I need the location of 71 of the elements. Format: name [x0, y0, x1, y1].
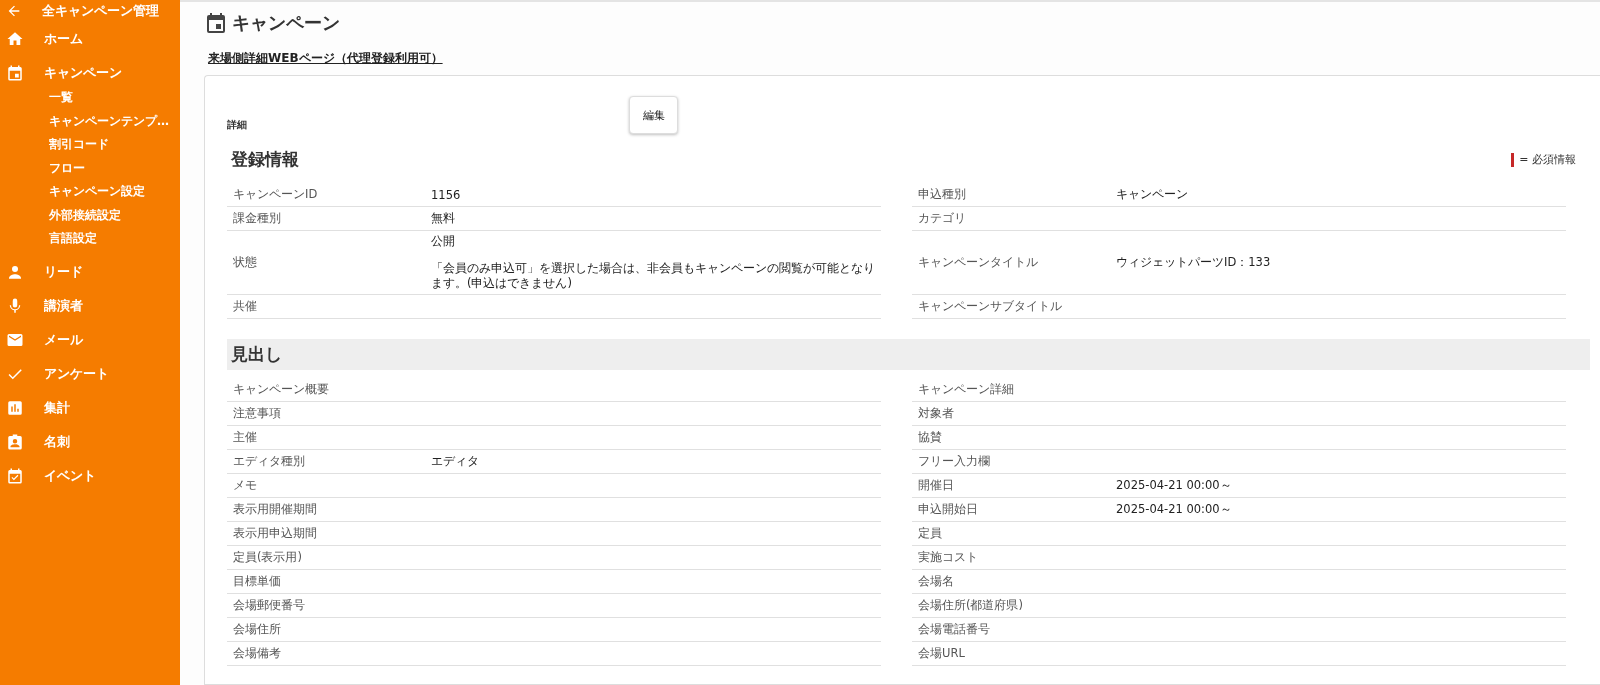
field-label: キャンペーン詳細 [918, 382, 1015, 397]
field-label: 表示用開催期間 [233, 502, 318, 517]
field-label: 目標単価 [233, 574, 282, 589]
field-label: キャンペーンID [233, 187, 319, 202]
field-label: 協賛 [918, 430, 943, 445]
page-link[interactable]: 来場側詳細WEBページ（代理登録利用可） [208, 50, 443, 67]
field-label: 会場住所(都道府県) [918, 598, 1024, 613]
home-icon [6, 30, 24, 48]
sidebar-item[interactable]: 集計 [0, 390, 180, 425]
sidebar-subitem[interactable]: キャンペーン設定 [0, 180, 180, 204]
field-label: 注意事項 [233, 406, 282, 421]
field-label: 表示用申込期間 [233, 526, 318, 541]
field-value: エディタ [431, 454, 479, 469]
field-note: 「会員のみ申込可」を選択した場合は、非会員もキャンペーンの閲覧が可能となります。(申込はできません) [431, 261, 876, 291]
sidebar-item[interactable]: アンケート [0, 356, 180, 391]
sidebar-subitem[interactable]: キャンペーンテンプ… [0, 109, 180, 133]
field-label: 対象者 [918, 406, 955, 421]
field-value: ウィジェットパーツID：133 [1116, 255, 1271, 270]
page-title: キャンペーン [232, 11, 340, 35]
field-label: 会場電話番号 [918, 622, 991, 637]
sidebar-item[interactable]: 講演者 [0, 288, 180, 323]
field-label: カテゴリ [918, 211, 967, 226]
sidebar-item[interactable]: メール [0, 322, 180, 357]
sidebar-item[interactable]: ホーム [0, 22, 180, 56]
required-legend: = 必須情報 [1519, 152, 1576, 167]
field-label: 開催日 [918, 478, 955, 493]
field-label: キャンペーンサブタイトル [918, 299, 1063, 314]
field-value: 1156 [431, 187, 461, 202]
field-label: 会場URL [918, 646, 966, 661]
back-arrow-icon [6, 3, 22, 19]
field-value: 公開 [431, 234, 456, 249]
field-label: 定員 [918, 526, 943, 541]
sidebar-subitem[interactable]: 割引コード [0, 133, 180, 157]
field-label: キャンペーンタイトル [918, 255, 1039, 270]
field-value: キャンペーン [1116, 187, 1188, 202]
sidebar-subitem[interactable]: 言語設定 [0, 227, 180, 251]
field-label: 会場備考 [233, 646, 282, 661]
field-value: 2025-04-21 00:00～ [1116, 478, 1232, 493]
field-label: メモ [233, 478, 258, 493]
sidebar-item[interactable]: イベント [0, 458, 180, 493]
field-value: 無料 [431, 211, 455, 226]
field-value: 2025-04-21 00:00～ [1116, 502, 1232, 517]
section-title: 登録情報 [231, 148, 299, 171]
id-card-icon [6, 432, 24, 451]
sidebar-item[interactable]: 名刺 [0, 424, 180, 459]
required-marker [1511, 152, 1515, 167]
section-title: 見出し [231, 343, 282, 366]
sidebar-subitem[interactable]: フロー [0, 156, 180, 180]
field-label: 申込種別 [918, 187, 967, 202]
back-link[interactable]: 全キャンペーン管理 [0, 0, 180, 22]
card-label: 詳細 [227, 118, 248, 132]
field-label: 状態 [233, 255, 258, 270]
field-label: 定員(表示用) [233, 550, 303, 565]
sidebar-subitem[interactable]: 外部接続設定 [0, 203, 180, 227]
bar-chart-icon [6, 398, 24, 417]
field-label: 会場郵便番号 [233, 598, 306, 613]
calendar-icon [204, 10, 228, 36]
field-label: キャンペーン概要 [233, 382, 330, 397]
field-label: 共催 [233, 299, 258, 314]
field-label: 実施コスト [918, 550, 979, 565]
field-label: 主催 [233, 430, 258, 445]
field-label: 会場住所 [233, 622, 282, 637]
field-label: 課金種別 [233, 211, 282, 226]
calendar-check-icon [6, 466, 24, 485]
field-label: エディタ種別 [233, 454, 306, 469]
calendar-icon [6, 64, 24, 82]
field-label: フリー入力欄 [918, 454, 991, 469]
edit-button[interactable]: 編集 [629, 96, 678, 134]
field-label: 申込開始日 [918, 502, 979, 517]
sidebar-item[interactable]: リード [0, 254, 180, 289]
field-label: 会場名 [918, 574, 955, 589]
